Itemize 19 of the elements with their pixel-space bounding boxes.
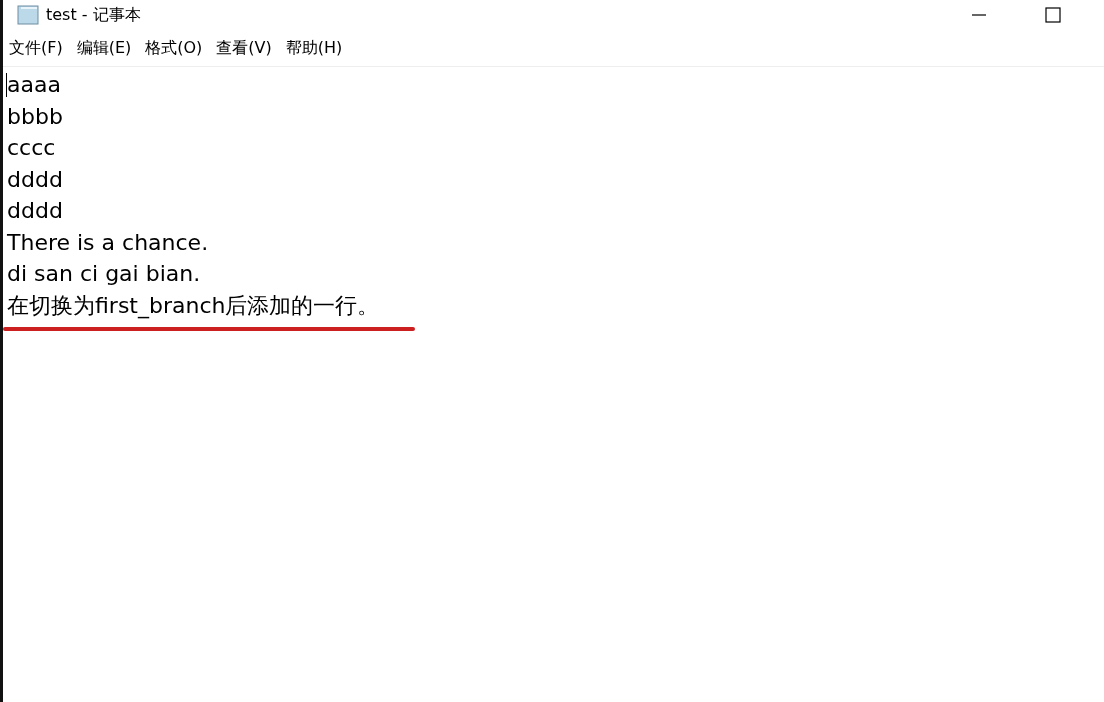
text-line: bbbb: [7, 102, 64, 131]
menu-item[interactable]: 格式(O): [145, 35, 203, 61]
window-title: test - 记事本: [46, 4, 142, 26]
text-line: There is a chance.: [7, 228, 210, 257]
text-editor[interactable]: aaaa bbbb cccc dddd dddd There is a chance. di san ci gai bian. 在切换为first_branch后添加的一行。: [3, 67, 1104, 331]
menu-item[interactable]: 文件(F): [9, 35, 63, 61]
notepad-icon: [17, 5, 39, 25]
text-line: cccc: [7, 134, 57, 162]
text-line: aaaa: [7, 71, 62, 99]
text-line: dddd: [7, 197, 64, 225]
menu-item[interactable]: 编辑(E): [76, 35, 132, 61]
menu-item[interactable]: 查看(V): [216, 35, 272, 61]
text-line: dddd: [7, 165, 64, 194]
text-line: di san ci gai bian.: [7, 260, 202, 288]
text-line: 在切换为first_branch后添加的一行。: [7, 291, 381, 321]
minimize-icon: [972, 14, 986, 16]
text-cursor: [6, 73, 7, 97]
maximize-icon: [1045, 7, 1061, 23]
menu-item[interactable]: 帮助(H): [285, 35, 343, 61]
